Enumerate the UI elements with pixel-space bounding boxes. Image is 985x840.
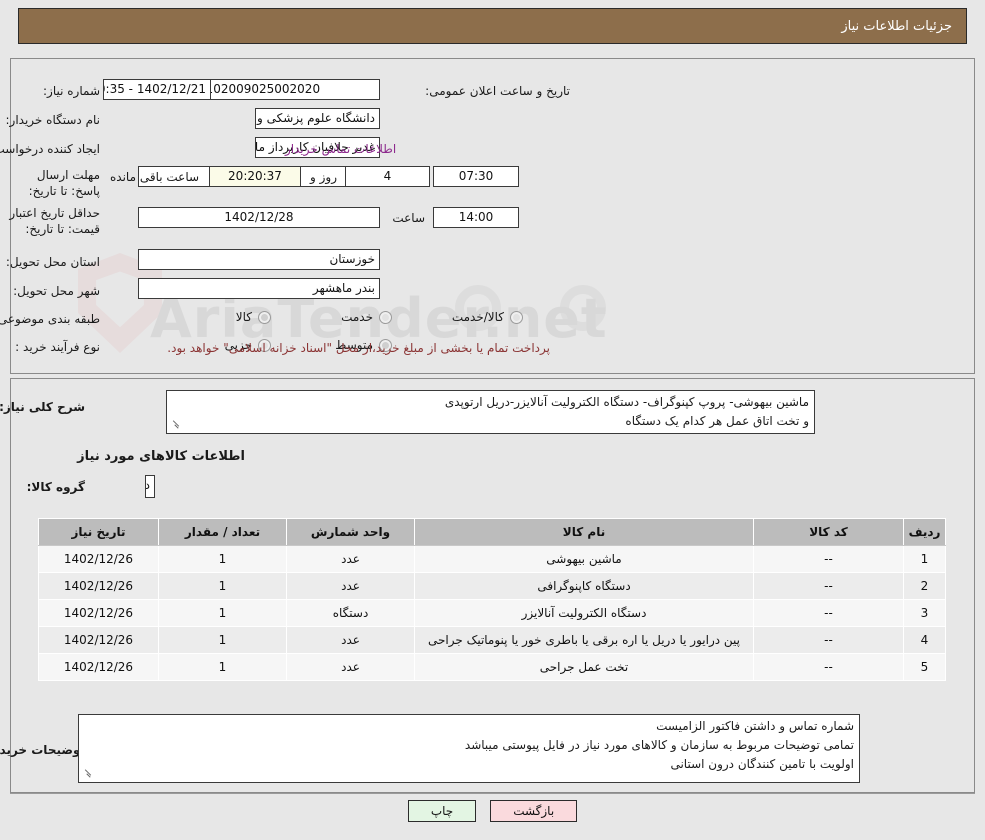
cell-row: 3 <box>903 599 946 627</box>
buyer-contact-link[interactable]: اطلاعات تماس خریدار <box>285 142 396 156</box>
category-option-label-1: خدمت <box>341 310 373 324</box>
group-label: گروه کالا: <box>26 480 85 494</box>
cell-unit: عدد <box>286 626 415 654</box>
province-label: استان محل تحویل: <box>5 255 100 269</box>
category-option-label-2: کالا/خدمت <box>451 310 504 324</box>
radio-icon[interactable] <box>510 310 523 324</box>
bottom-divider <box>10 793 975 794</box>
action-buttons: بازگشت چاپ <box>0 800 985 822</box>
cell-name: دستگاه الکترولیت آنالایزر <box>414 599 754 627</box>
announcement-field: 1402/12/21 - 10:35 <box>103 79 211 100</box>
table-row: 1 -- ماشین بیهوشی عدد 1 1402/12/26 <box>38 545 946 573</box>
cell-name: ماشین بیهوشی <box>414 545 754 573</box>
table-body: 1 -- ماشین بیهوشی عدد 1 1402/12/26 2 -- … <box>38 545 946 681</box>
remaining-days-field: 4 <box>345 166 430 187</box>
cell-name: تخت عمل جراحی <box>414 653 754 681</box>
buyer-notes-label: توضیحات خریدار: <box>0 743 85 757</box>
cell-date: 1402/12/26 <box>38 653 159 681</box>
cell-qty: 1 <box>158 653 287 681</box>
city-field: بندر ماهشهر <box>138 278 380 299</box>
validity-label: حداقل تاریخ اعتبار قیمت: تا تاریخ: <box>9 206 100 237</box>
category-option-khedmat[interactable]: خدمت <box>327 310 392 324</box>
cell-code: -- <box>753 572 904 600</box>
buyer-org-label: نام دستگاه خریدار: <box>5 113 101 127</box>
cell-code: -- <box>753 599 904 627</box>
cell-row: 5 <box>903 653 946 681</box>
radio-icon[interactable] <box>379 310 392 324</box>
category-option-kala[interactable]: کالا <box>222 310 271 324</box>
cell-qty: 1 <box>158 599 287 627</box>
table-row: 2 -- دستگاه کاپنوگرافی عدد 1 1402/12/26 <box>38 572 946 600</box>
description-textarea[interactable]: ماشین بیهوشی- پروپ کپنوگراف- دستگاه الکت… <box>166 390 815 434</box>
table-header-row: ردیف کد کالا نام کالا واحد شمارش تعداد /… <box>38 518 946 546</box>
description-label: شرح کلی نیاز: <box>0 400 85 414</box>
process-label: نوع فرآیند خرید : <box>15 340 100 354</box>
city-label: شهر محل تحویل: <box>13 284 100 298</box>
cell-row: 1 <box>903 545 946 573</box>
buyer-notes-textarea[interactable]: شماره تماس و داشتن فاکتور الزامیست تمامی… <box>78 714 860 783</box>
category-option-kala-khedmat[interactable]: کالا/خدمت <box>438 310 523 324</box>
table-row: 3 -- دستگاه الکترولیت آنالایزر دستگاه 1 … <box>38 599 946 627</box>
page-title: جزئیات اطلاعات نیاز <box>18 8 967 44</box>
col-row: ردیف <box>903 518 946 546</box>
cell-unit: عدد <box>286 572 415 600</box>
cell-date: 1402/12/26 <box>38 572 159 600</box>
category-label: طبقه بندی موضوعی: <box>0 312 100 326</box>
col-name: نام کالا <box>414 518 754 546</box>
cell-date: 1402/12/26 <box>38 545 159 573</box>
col-code: کد کالا <box>753 518 904 546</box>
deadline-time-field: 07:30 <box>433 166 519 187</box>
validity-date-field: 1402/12/28 <box>138 207 380 228</box>
table-row: 5 -- تخت عمل جراحی عدد 1 1402/12/26 <box>38 653 946 681</box>
payment-note: پرداخت تمام یا بخشی از مبلغ خرید،از محل … <box>167 341 550 355</box>
cell-code: -- <box>753 653 904 681</box>
days-and-label: روز و <box>310 170 337 184</box>
announcement-label: تاریخ و ساعت اعلان عمومی: <box>425 84 570 98</box>
cell-unit: عدد <box>286 653 415 681</box>
province-field: خوزستان <box>138 249 380 270</box>
print-button[interactable]: چاپ <box>407 800 477 822</box>
deadline-label: مهلت ارسال پاسخ: تا تاریخ: <box>28 168 100 199</box>
cell-date: 1402/12/26 <box>38 599 159 627</box>
category-option-label-0: کالا <box>235 310 252 324</box>
validity-time-field: 14:00 <box>433 207 519 228</box>
cell-code: -- <box>753 545 904 573</box>
cell-row: 2 <box>903 572 946 600</box>
cell-unit: دستگاه <box>286 599 415 627</box>
page-title-text: جزئیات اطلاعات نیاز <box>841 18 952 34</box>
resize-grip-icon[interactable] <box>169 421 181 433</box>
remaining-time-field: 20:20:37 <box>209 166 301 187</box>
col-qty: تعداد / مقدار <box>158 518 287 546</box>
buyer-notes-value: شماره تماس و داشتن فاکتور الزامیست تمامی… <box>464 719 854 771</box>
goods-table: ردیف کد کالا نام کالا واحد شمارش تعداد /… <box>38 518 946 681</box>
cell-name: دستگاه کاپنوگرافی <box>414 572 754 600</box>
cell-unit: عدد <box>286 545 415 573</box>
col-date: تاریخ نیاز <box>38 518 159 546</box>
goods-section-title: اطلاعات کالاهای مورد نیاز <box>77 449 245 464</box>
cell-qty: 1 <box>158 572 287 600</box>
cell-code: -- <box>753 626 904 654</box>
need-number-label: شماره نیاز: <box>43 84 100 98</box>
resize-grip-icon[interactable] <box>81 770 93 782</box>
validity-hour-label: ساعت <box>392 211 425 225</box>
cell-date: 1402/12/26 <box>38 626 159 654</box>
cell-qty: 1 <box>158 545 287 573</box>
radio-icon[interactable] <box>258 310 271 324</box>
requester-label: ایجاد کننده درخواست: <box>0 142 100 156</box>
remaining-suffix-label: ساعت باقی مانده <box>110 170 200 184</box>
buyer-org-field: دانشگاه علوم پزشکی و خدمات بهداشتی درمان… <box>255 108 380 129</box>
description-value: ماشین بیهوشی- پروپ کپنوگراف- دستگاه الکت… <box>444 395 809 428</box>
group-field: دارو، پزشکی و سلامت <box>145 475 155 498</box>
cell-name: پین درایور یا دریل یا اره برقی یا باطری … <box>414 626 754 654</box>
cell-qty: 1 <box>158 626 287 654</box>
page-root: AriaTender.net جزئیات اطلاعات نیاز شماره… <box>0 0 985 840</box>
cell-row: 4 <box>903 626 946 654</box>
back-button[interactable]: بازگشت <box>490 800 578 822</box>
col-unit: واحد شمارش <box>286 518 415 546</box>
table-row: 4 -- پین درایور یا دریل یا اره برقی یا ب… <box>38 626 946 654</box>
